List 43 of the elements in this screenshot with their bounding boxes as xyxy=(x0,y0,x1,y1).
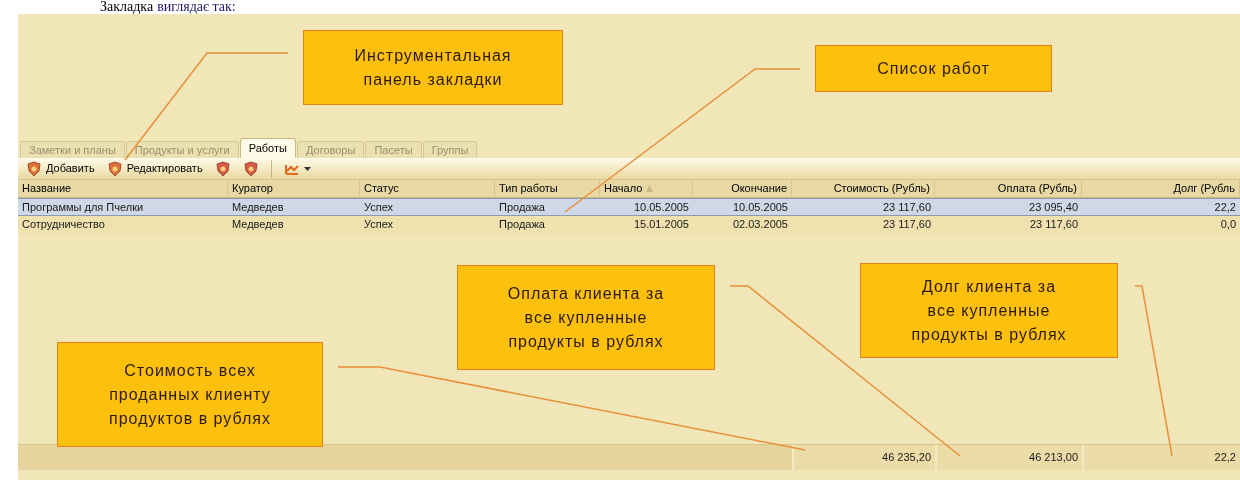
callout-box: Оплата клиента за все купленные продукты в рублях xyxy=(457,265,715,370)
column-header[interactable]: Долг (Рубль xyxy=(1082,180,1240,197)
total-cell: 46 213,00 xyxy=(935,445,1082,470)
table-cell-text: Продажа xyxy=(498,217,546,232)
total-cell: 22,2 xyxy=(1082,445,1240,470)
column-header[interactable]: Начало xyxy=(600,180,693,197)
table-cell-text: 10.05.2005 xyxy=(731,200,789,215)
table-cell-text: 10.05.2005 xyxy=(632,200,690,215)
table-cell-text: Медведев xyxy=(231,200,285,215)
column-header[interactable]: Стоимость (Рубль) xyxy=(792,180,935,197)
toolbar-button[interactable]: Редактировать xyxy=(102,158,207,179)
table-cell-text: 23 095,40 xyxy=(1028,200,1079,215)
caption-text: виглядає так: xyxy=(157,0,236,14)
table-cell-text: Продажа xyxy=(498,200,546,215)
column-header[interactable]: Тип работы xyxy=(495,180,600,197)
column-header[interactable]: Окончание xyxy=(693,180,792,197)
column-header[interactable]: Куратор xyxy=(228,180,360,197)
table-cell-text: 23 117,60 xyxy=(881,200,932,215)
callout-box: Инструментальная панель закладки xyxy=(303,30,563,105)
caret-icon xyxy=(303,166,311,171)
table-cell-text: 23 117,60 xyxy=(1028,217,1079,232)
table-cell-text: Сотрудничество xyxy=(21,217,106,232)
table-cell-text: 23 117,60 xyxy=(881,217,932,232)
table-cell-text: 02.03.2005 xyxy=(731,217,789,232)
caption-text: Закладка xyxy=(100,0,154,14)
table-cell-text: Успех xyxy=(363,217,395,232)
table-cell-text: 15.01.2005 xyxy=(632,217,690,232)
tab[interactable]: Работы xyxy=(239,138,296,158)
table-cell-text: Программы для Пчелки xyxy=(21,200,145,215)
table-cell-text: 0,0 xyxy=(1219,217,1237,232)
table-cell-text: Медведев xyxy=(231,217,285,232)
total-cell: 46 235,20 xyxy=(792,445,935,470)
column-header[interactable]: Оплата (Рубль) xyxy=(935,180,1082,197)
toolbar-button[interactable]: Добавить xyxy=(22,158,99,179)
table-cell-text: 22,2 xyxy=(1213,200,1237,215)
column-header[interactable]: Статус xyxy=(360,180,495,197)
column-header[interactable]: Название xyxy=(18,180,228,197)
callout-box: Долг клиента за все купленные продукты в рублях xyxy=(860,263,1118,358)
table-row[interactable]: Программы для Пчелки Медведев Успех Продажа 10.05.2005 10.05.2005 23 117,60 23 095,40 22,2 xyxy=(18,198,1240,216)
table-row[interactable]: Сотрудничество Медведев Успех Продажа 15.01.2005 02.03.2005 23 117,60 23 117,60 0,0 xyxy=(18,216,1240,234)
callout-box: Стоимость всех проданных клиенту продуктов в рублях xyxy=(57,342,323,447)
table-cell-text: Успех xyxy=(363,200,395,215)
callout-box: Список работ xyxy=(815,45,1052,92)
